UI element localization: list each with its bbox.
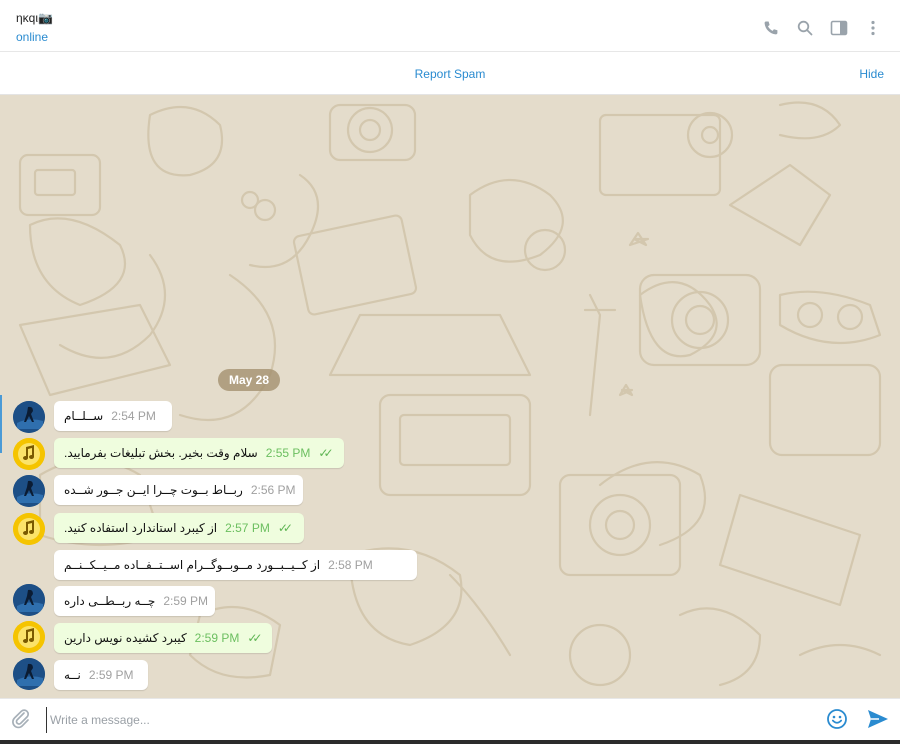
more-button[interactable] [856,17,890,39]
avatar[interactable] [13,621,45,653]
phone-icon [764,21,778,35]
message-text: از کیبرد استاندارد استفاده کنید. [64,521,218,535]
music-avatar-icon [13,438,45,470]
more-icon [871,20,875,36]
attach-icon [12,709,30,729]
call-button[interactable] [754,17,788,39]
search-icon [797,20,813,36]
avatar[interactable] [13,584,45,616]
message-bubble[interactable]: سلام وقت بخیر. بخش تبلیغات بفرمایید. 2:5… [54,438,344,468]
message-text: ربــاط بــوت چــرا ایــن جــور شــده [64,483,243,497]
message-time: 2:54 PM [111,409,156,423]
read-ticks-icon: ✓✓ [247,631,262,645]
message-text: چــه ربــطــی داره [64,594,156,608]
message-text: سلام وقت بخیر. بخش تبلیغات بفرمایید. [64,446,258,460]
message-input[interactable] [46,707,792,733]
message-time: 2:59 PM [163,594,209,608]
message-bubble[interactable]: کیبرد کشیده نویس دارین 2:59 PM ✓✓ [54,623,272,653]
header-actions [754,17,890,39]
search-button[interactable] [788,17,822,39]
attach-button[interactable] [10,708,32,735]
message-bubble[interactable]: چــه ربــطــی داره 2:59 PM [54,586,215,616]
message-time: 2:56 PM [250,483,296,497]
message-time: 2:59 PM [194,631,240,645]
read-ticks-icon: ✓✓ [277,521,293,535]
avatar[interactable] [13,513,45,545]
message-time: 2:57 PM [225,521,270,535]
chat-header: ηκqι📷 online [0,0,900,52]
sidebar-toggle-icon [830,20,848,36]
message-time: 2:55 PM [265,446,311,460]
message-time: 2:59 PM [88,668,134,682]
emoji-button[interactable] [826,708,848,735]
avatar[interactable] [13,401,45,433]
message-bubble[interactable]: از کــیــبــورد مــوبــوگــرام اســتــفـ… [54,550,417,580]
user-avatar-icon [13,475,45,507]
send-icon [868,710,888,728]
chat-area[interactable]: May 28 ســلــام 2:54 PM سلام وقت بخیر. ب… [0,95,900,698]
message-bubble[interactable]: از کیبرد استاندارد استفاده کنید. 2:57 PM… [54,513,304,543]
sidebar-toggle-button[interactable] [822,17,856,39]
report-spam-link[interactable]: Report Spam [0,67,900,81]
music-avatar-icon [13,621,45,653]
user-avatar-icon [13,658,45,690]
message-text: کیبرد کشیده نویس دارین [64,631,187,645]
message-bubble[interactable]: ســلــام 2:54 PM [54,401,172,431]
avatar[interactable] [13,658,45,690]
report-spam-bar: Report Spam Hide [0,52,900,95]
message-bubble[interactable]: ربــاط بــوت چــرا ایــن جــور شــده 2:5… [54,475,303,505]
message-text: نــه [64,668,81,682]
left-edge-indicator [0,395,2,453]
message-text: از کــیــبــورد مــوبــوگــرام اســتــفـ… [64,558,321,572]
message-text: ســلــام [64,409,104,423]
date-separator: May 28 [218,369,280,391]
message-composer [0,698,900,740]
user-avatar-icon [13,401,45,433]
message-time: 2:58 PM [328,558,373,572]
user-avatar-icon [13,584,45,616]
contact-name[interactable]: ηκqι📷 [16,11,53,25]
hide-spam-bar-link[interactable]: Hide [859,67,884,81]
taskbar-strip [0,740,900,744]
music-avatar-icon [13,513,45,545]
avatar[interactable] [13,438,45,470]
read-ticks-icon: ✓✓ [318,446,333,460]
contact-status: online [16,30,49,44]
avatar[interactable] [13,475,45,507]
send-button[interactable] [866,708,890,735]
emoji-icon [827,709,847,729]
message-bubble[interactable]: نــه 2:59 PM [54,660,148,690]
